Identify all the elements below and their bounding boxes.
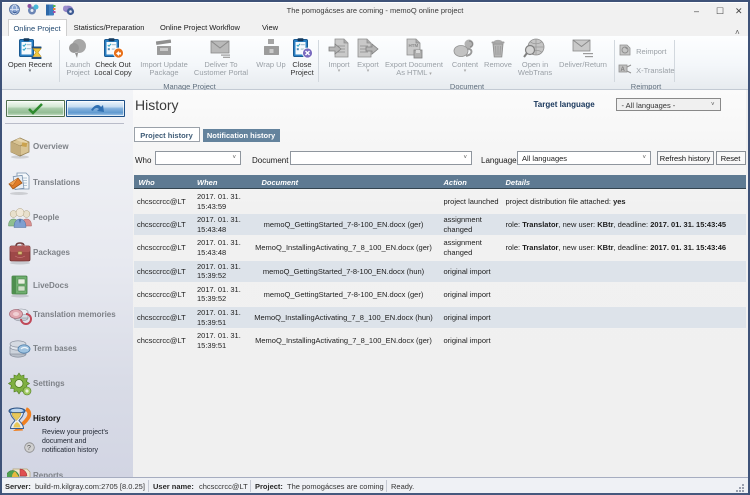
svg-text:HTM: HTM xyxy=(409,43,419,48)
svg-text:A: A xyxy=(621,67,626,73)
svg-text:?: ? xyxy=(27,445,31,452)
